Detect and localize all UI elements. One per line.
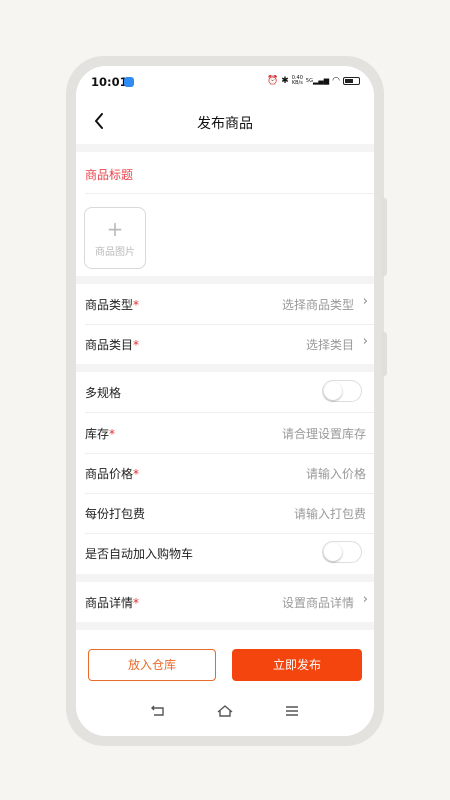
menu-nav-icon[interactable] [284,704,300,722]
auto-cart-label: 是否自动加入购物车 [85,547,194,561]
auto-cart-toggle[interactable] [322,541,362,563]
product-detail-row[interactable]: 商品详情* 设置商品详情 › [76,582,374,622]
packing-fee-input[interactable]: 请输入打包费 [294,505,366,522]
product-detail-placeholder: 设置商品详情 [281,596,354,610]
type-card: 商品类型* 选择商品类型 › 商品类目* 选择类目 › [76,284,374,364]
signal-icon: 5G▂▄▆ [305,77,330,85]
notification-icon [124,77,134,87]
detail-card: 商品详情* 设置商品详情 › [76,582,374,622]
toggle-knob [324,382,342,400]
product-category-placeholder: 选择类目 [305,338,354,352]
battery-icon [343,77,360,85]
product-detail-text: 商品详情 [85,596,134,610]
product-type-row[interactable]: 商品类型* 选择商品类型 › [76,284,374,324]
toggle-knob [324,543,342,561]
required-mark: * [133,467,140,481]
menu-icon [286,706,298,716]
status-bar: 10:01 ⏰ ✱ 0.40 KB/s 5G▂▄▆ ◠ [76,66,374,100]
network-speed: 0.40 KB/s [292,76,303,86]
price-row[interactable]: 商品价格* 请输入价格 [76,453,374,493]
product-category-text: 商品类目 [85,338,134,352]
title-card: 商品标题 + 商品图片 [76,152,374,276]
image-upload-button[interactable]: + 商品图片 [84,207,146,269]
required-mark: * [133,596,140,610]
side-button [382,332,387,376]
auto-cart-row: 是否自动加入购物车 [76,533,374,573]
plus-icon: + [106,217,124,241]
chevron-right-icon: › [362,334,368,349]
bluetooth-icon: ✱ [281,76,289,86]
multi-spec-toggle[interactable] [322,380,362,402]
home-icon [217,705,233,717]
home-nav-icon[interactable] [217,704,233,722]
divider [85,193,374,194]
image-upload-label: 商品图片 [95,247,135,258]
product-title-label[interactable]: 商品标题 [85,166,133,183]
signal-label: 5G [305,78,313,84]
product-type-label: 商品类型* [85,296,139,313]
product-type-placeholder: 选择商品类型 [281,298,354,312]
save-to-warehouse-button[interactable]: 放入仓库 [88,649,216,681]
required-mark: * [133,338,140,352]
bottom-action-bar: 放入仓库 立即发布 [76,636,374,736]
stock-row[interactable]: 库存* 请合理设置库存 [76,413,374,453]
required-mark: * [133,298,140,312]
product-detail-label: 商品详情* [85,594,139,611]
title-bar: 发布商品 [76,100,374,144]
product-category-row[interactable]: 商品类目* 选择类目 › [76,324,374,364]
stock-label: 库存* [85,425,115,442]
status-icons: ⏰ ✱ 0.40 KB/s 5G▂▄▆ ◠ [267,76,360,86]
screen: 10:01 ⏰ ✱ 0.40 KB/s 5G▂▄▆ ◠ 发布商品 商品标题 + … [76,66,374,736]
packing-fee-label: 每份打包费 [85,507,146,521]
product-type-text: 商品类型 [85,298,134,312]
required-mark: * [109,427,116,441]
chevron-right-icon: › [362,294,368,309]
stock-text: 库存 [85,427,110,441]
clock: 10:01 [91,75,128,89]
price-input[interactable]: 请输入价格 [306,465,366,482]
return-icon [151,705,164,716]
wifi-icon: ◠ [332,76,340,86]
publish-button[interactable]: 立即发布 [232,649,362,681]
price-text: 商品价格 [85,467,134,481]
price-label: 商品价格* [85,465,139,482]
packing-fee-row[interactable]: 每份打包费 请输入打包费 [76,493,374,533]
product-category-label: 商品类目* [85,336,139,353]
chevron-right-icon: › [362,592,368,607]
side-button [382,198,387,276]
page-title: 发布商品 [197,116,253,132]
back-nav-icon[interactable] [150,704,166,722]
details-card: 多规格 库存* 请合理设置库存 商品价格* 请输入价格 每份打包费 请输入打包费… [76,372,374,574]
multi-spec-label: 多规格 [85,386,122,400]
alarm-icon: ⏰ [267,76,279,86]
net-speed-unit: KB/s [291,80,303,86]
stock-input[interactable]: 请合理设置库存 [282,425,366,442]
multi-spec-row: 多规格 [76,372,374,412]
